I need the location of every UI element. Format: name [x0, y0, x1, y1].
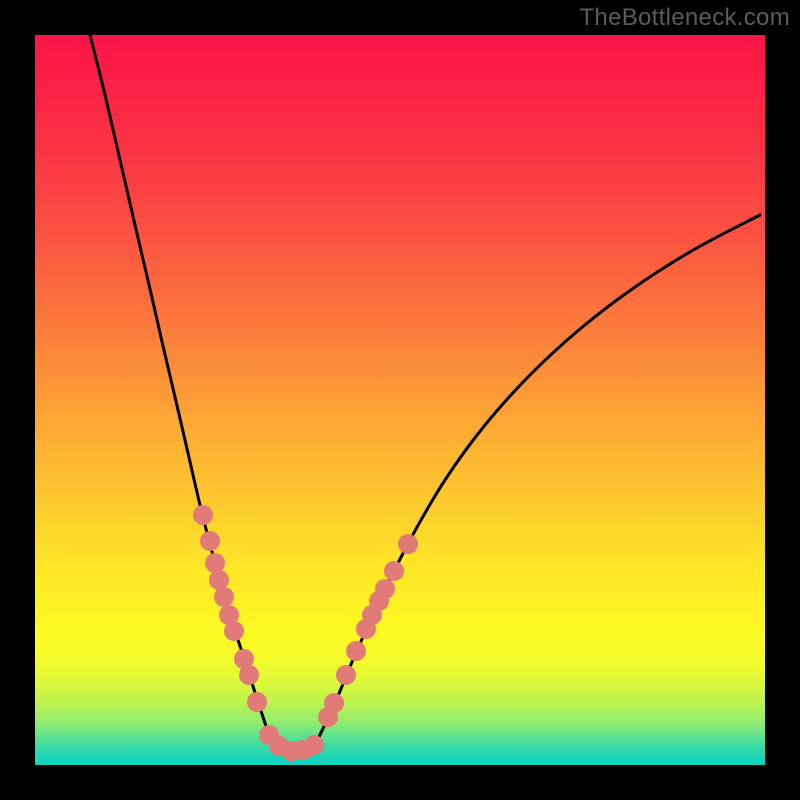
data-point — [214, 587, 234, 607]
data-point — [375, 579, 395, 599]
data-point — [200, 531, 220, 551]
plot-area — [35, 35, 765, 765]
data-point — [346, 641, 366, 661]
data-point — [324, 693, 344, 713]
data-point — [384, 561, 404, 581]
data-point — [247, 692, 267, 712]
watermark-text: TheBottleneck.com — [579, 4, 790, 32]
data-point — [336, 665, 356, 685]
curve-overlay — [35, 35, 765, 765]
data-point — [304, 735, 324, 755]
bottleneck-curve — [90, 35, 760, 751]
data-point — [239, 665, 259, 685]
data-point — [224, 621, 244, 641]
data-point — [209, 570, 229, 590]
data-point — [398, 534, 418, 554]
data-point — [193, 505, 213, 525]
chart-frame: TheBottleneck.com — [0, 0, 800, 800]
data-point — [205, 553, 225, 573]
